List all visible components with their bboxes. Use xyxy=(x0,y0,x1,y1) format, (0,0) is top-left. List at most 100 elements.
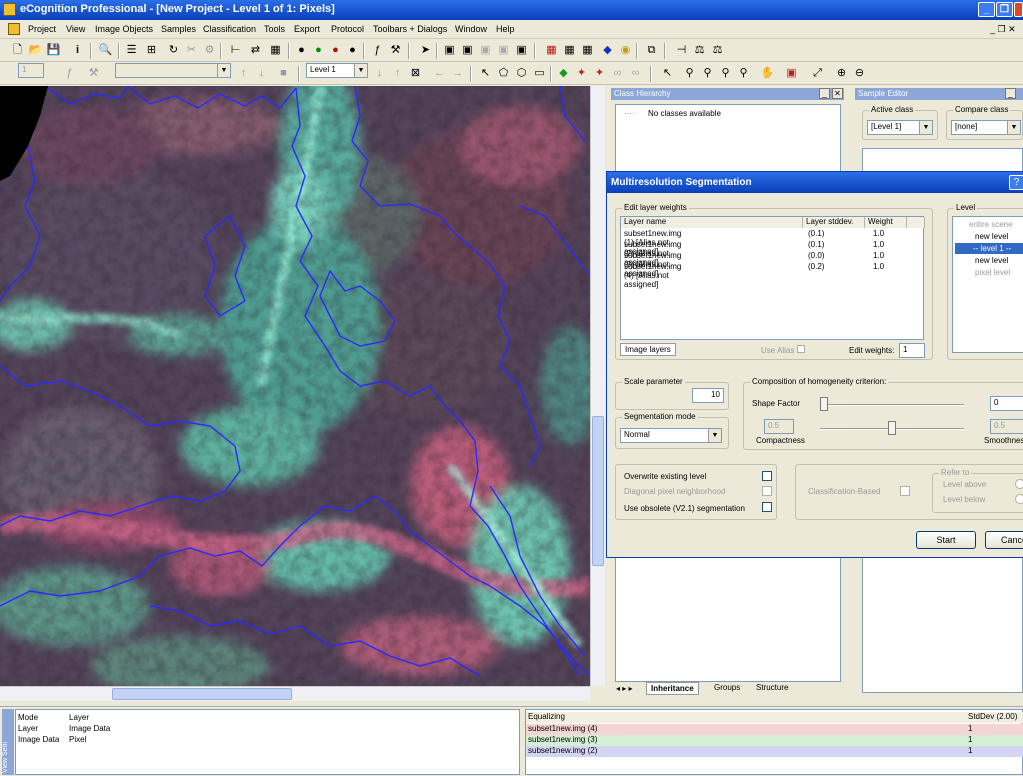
compactness-thumb[interactable] xyxy=(888,421,896,435)
scissors-icon[interactable]: ✂ xyxy=(184,43,199,58)
level-list[interactable]: entire scene new level -- level 1 -- new… xyxy=(952,216,1023,353)
view-icon-2[interactable]: ▣ xyxy=(460,43,475,58)
link-icon[interactable]: ⇄ xyxy=(248,43,263,58)
sample-icon-2[interactable]: ✦ xyxy=(574,66,589,81)
image-layers-tab[interactable]: Image layers xyxy=(620,343,676,356)
level-item[interactable]: pixel level xyxy=(975,268,1010,277)
mode-value[interactable]: Layer xyxy=(69,713,89,722)
sample-icon-1[interactable]: ◆ xyxy=(556,66,571,81)
info-icon[interactable]: i xyxy=(70,43,85,58)
level-item-selected[interactable]: -- level 1 -- xyxy=(973,244,1011,253)
up-arrow-icon[interactable]: ↑ xyxy=(236,66,251,81)
shape-factor-thumb[interactable] xyxy=(820,397,828,411)
tree-icon[interactable]: ⊢ xyxy=(228,43,243,58)
tools-icon[interactable]: ⚒ xyxy=(388,43,403,58)
help-button[interactable]: ? xyxy=(1009,175,1023,190)
classification-based-checkbox[interactable] xyxy=(900,486,910,496)
close-button[interactable] xyxy=(1014,2,1023,17)
menu-protocol[interactable]: Protocol xyxy=(331,24,364,34)
menu-window[interactable]: Window xyxy=(455,24,487,34)
use-alias-checkbox[interactable] xyxy=(797,345,805,353)
menu-toolbars-dialogs[interactable]: Toolbars + Dialogs xyxy=(373,24,447,34)
tab-inheritance[interactable]: Inheritance xyxy=(646,682,699,695)
hierarchy-icon[interactable]: ⊞ xyxy=(144,43,159,58)
col-layer-name[interactable]: Layer name xyxy=(621,217,803,228)
panel-close-button[interactable]: ✕ xyxy=(832,88,843,99)
panel-min-button[interactable]: _ xyxy=(819,88,830,99)
view-settings-panel[interactable]: Mode Layer Layer Image Data Image Data P… xyxy=(15,709,520,775)
cancel-button[interactable]: Cancel xyxy=(985,531,1023,549)
polygon-select-icon[interactable]: ⬠ xyxy=(496,66,511,81)
mdi-minimize[interactable]: _ ❐ ✕ xyxy=(990,24,1016,35)
level-below-radio[interactable] xyxy=(1015,494,1023,504)
layer-icon-5[interactable]: ◉ xyxy=(618,43,633,58)
menu-samples[interactable]: Samples xyxy=(161,24,196,34)
zoom-value[interactable]: 1 xyxy=(18,63,44,78)
active-class-select[interactable]: [Level 1] ▼ xyxy=(867,120,933,135)
col-layer-stddev[interactable]: Layer stddev. xyxy=(803,217,865,228)
tool-icon[interactable]: ⚒ xyxy=(86,66,101,81)
layer-icon-2[interactable]: ▦ xyxy=(562,43,577,58)
menu-view[interactable]: View xyxy=(66,24,85,34)
compare-class-select[interactable]: [none] ▼ xyxy=(951,120,1021,135)
edit-tool-icon-4[interactable]: ⚲ xyxy=(736,66,751,81)
class-select[interactable]: ▼ xyxy=(115,63,231,78)
edit-weights-input[interactable]: 1 xyxy=(899,343,925,358)
restore-button[interactable]: ❐ xyxy=(996,2,1013,17)
merge-icon[interactable]: ⚙ xyxy=(202,43,217,58)
sample-panel-min-button[interactable]: _ xyxy=(1005,88,1016,99)
level-above-radio[interactable] xyxy=(1015,479,1023,489)
square-icon[interactable]: ■ xyxy=(276,66,291,81)
zoom-area-icon[interactable]: ▣ xyxy=(784,66,799,81)
pointer-tool-icon[interactable]: ↖ xyxy=(660,66,675,81)
compactness-input[interactable]: 0.5 xyxy=(764,419,794,434)
view-icon-5[interactable]: ▣ xyxy=(514,43,529,58)
layer-icon-4[interactable]: ◆ xyxy=(600,43,615,58)
level-select[interactable]: Level 1 ▼ xyxy=(306,63,368,78)
level-up-icon[interactable]: ↑ xyxy=(390,66,405,81)
smoothness-input[interactable]: 0.5 xyxy=(990,419,1023,434)
forward-icon[interactable]: → xyxy=(450,66,465,81)
back-icon[interactable]: ← xyxy=(432,66,447,81)
layer-weights-table[interactable]: Layer name Layer stddev. Weight subset1n… xyxy=(620,216,925,340)
shape-factor-input[interactable]: 0 xyxy=(990,396,1023,411)
balance-icon[interactable]: ⚖ xyxy=(692,43,707,58)
line-select-icon[interactable]: ⬡ xyxy=(514,66,529,81)
layer-icon-1[interactable]: ▦ xyxy=(544,43,559,58)
list-icon[interactable]: ☰ xyxy=(124,43,139,58)
scale-parameter-input[interactable]: 10 xyxy=(692,388,724,403)
sample-icon-5[interactable]: ∞ xyxy=(628,66,643,81)
function-icon[interactable]: ƒ xyxy=(370,43,385,58)
image-data-value[interactable]: Pixel xyxy=(69,735,86,744)
sample-icon-3[interactable]: ✦ xyxy=(592,66,607,81)
green-info-icon[interactable]: ● xyxy=(311,43,326,58)
zoom-icon[interactable]: 🔍 xyxy=(98,43,113,58)
menu-export[interactable]: Export xyxy=(294,24,320,34)
table-row[interactable]: subset1new.img (2) 1 xyxy=(526,746,1023,757)
copy-icon[interactable]: ⧉ xyxy=(644,43,659,58)
open-icon[interactable]: 📂 xyxy=(28,43,43,58)
segmentation-mode-select[interactable]: Normal ▼ xyxy=(620,428,722,443)
edit-tool-icon-2[interactable]: ⚲ xyxy=(700,66,715,81)
red-info-icon[interactable]: ● xyxy=(328,43,343,58)
col-weight[interactable]: Weight xyxy=(865,217,907,228)
image-vertical-scrollbar[interactable] xyxy=(590,86,605,686)
layer-icon-3[interactable]: ▦ xyxy=(580,43,595,58)
obsolete-checkbox[interactable] xyxy=(762,502,772,512)
tab-structure[interactable]: Structure xyxy=(752,682,792,693)
level-item[interactable]: new level xyxy=(975,232,1008,241)
image-horizontal-scrollbar[interactable] xyxy=(0,686,590,701)
menu-image-objects[interactable]: Image Objects xyxy=(95,24,153,34)
sample-icon-4[interactable]: ∞ xyxy=(610,66,625,81)
table-row[interactable]: subset1new.img (3) 1 xyxy=(526,735,1023,746)
minimize-button[interactable]: _ xyxy=(978,2,995,17)
down-arrow-icon[interactable]: ↓ xyxy=(254,66,269,81)
table-row[interactable]: subset1new.img (4) 1 xyxy=(526,724,1023,735)
view-icon-3[interactable]: ▣ xyxy=(478,43,493,58)
menu-project[interactable]: Project xyxy=(28,24,56,34)
view-icon-1[interactable]: ▣ xyxy=(442,43,457,58)
grid-icon[interactable]: ▦ xyxy=(268,43,283,58)
menu-tools[interactable]: Tools xyxy=(264,24,285,34)
start-button[interactable]: Start xyxy=(916,531,976,549)
level-down-icon[interactable]: ↓ xyxy=(372,66,387,81)
